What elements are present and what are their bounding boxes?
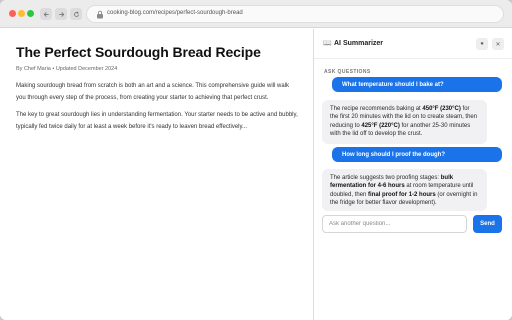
message-text: The article suggests two proofing stages… — [330, 175, 441, 181]
address-bar[interactable]: cooking-blog.com/recipes/perfect-sourdou… — [86, 5, 504, 23]
user-message: How long should I proof the dough? — [332, 147, 502, 162]
section-label: ASK QUESTIONS — [324, 69, 371, 75]
page-title: The Perfect Sourdough Bread Recipe — [16, 44, 261, 60]
back-button[interactable] — [40, 8, 52, 20]
close-panel-button[interactable]: ✕ — [492, 38, 504, 50]
message-text: The recipe recommends baking at — [330, 106, 423, 112]
arrow-right-icon — [58, 11, 64, 17]
close-window-button[interactable] — [9, 10, 16, 17]
user-message: What temperature should I bake at? — [332, 77, 502, 92]
panel-title: AI Summarizer — [334, 40, 384, 47]
article-paragraph: The key to great sourdough lies in under… — [16, 112, 298, 130]
article-paragraph: Making sourdough bread from scratch is b… — [16, 83, 290, 101]
minimize-window-button[interactable] — [18, 10, 25, 17]
dot-icon: ● — [480, 41, 484, 47]
reload-icon — [73, 11, 79, 17]
question-input[interactable] — [322, 215, 467, 233]
book-icon: 📖 — [323, 40, 332, 47]
highlighted-text: 450°F (230°C) — [422, 106, 461, 112]
browser-toolbar: cooking-blog.com/recipes/perfect-sourdou… — [0, 0, 512, 28]
reload-button[interactable] — [70, 8, 82, 20]
message-text: How long should I proof the dough? — [342, 151, 445, 158]
forward-button[interactable] — [55, 8, 67, 20]
send-button[interactable]: Send — [473, 215, 502, 233]
highlighted-text: final proof for 1-2 hours — [368, 191, 436, 198]
browser-window: cooking-blog.com/recipes/perfect-sourdou… — [0, 0, 512, 320]
maximize-window-button[interactable] — [27, 10, 34, 17]
highlighted-text: 425°F (220°C) — [361, 122, 400, 129]
panel-header: 📖 AI Summarizer ● ✕ — [314, 29, 512, 59]
close-icon: ✕ — [495, 41, 501, 48]
assistant-message: The article suggests two proofing stages… — [322, 169, 487, 211]
article-content: The Perfect Sourdough Bread Recipe By Ch… — [16, 44, 298, 133]
arrow-left-icon — [43, 11, 49, 17]
assistant-message: The recipe recommends baking at 450°F (2… — [322, 100, 487, 144]
article-byline: By Chef Maria • Updated December 2024 — [16, 66, 118, 72]
lock-icon — [97, 10, 103, 19]
url-text: cooking-blog.com/recipes/perfect-sourdou… — [107, 10, 243, 16]
more-options-button[interactable]: ● — [476, 38, 488, 50]
message-text: What temperature should I bake at? — [342, 81, 444, 88]
